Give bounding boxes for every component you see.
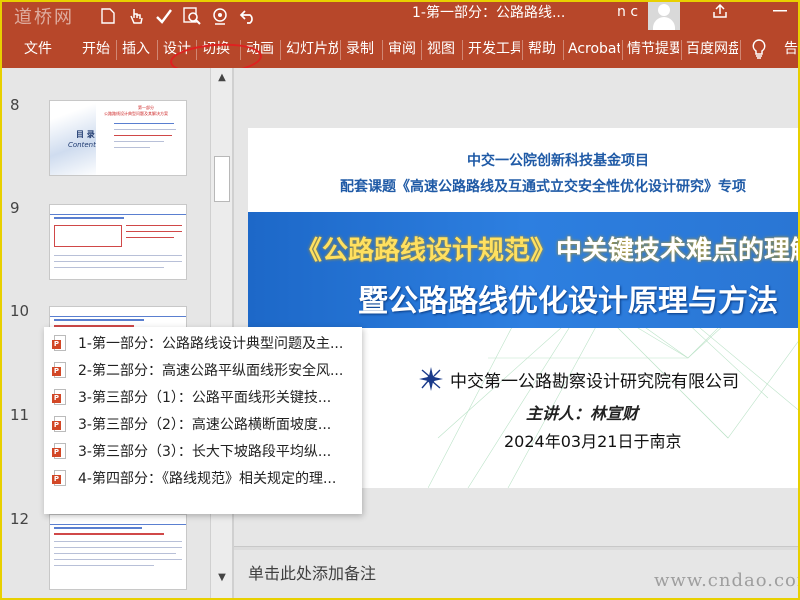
slide-thumbnail-9[interactable] — [49, 204, 187, 280]
tab-slideshow[interactable]: 幻灯片放 — [286, 32, 338, 68]
project-title-line2: 配套课题《高速公路路线及互通式立交安全性优化设计研究》专项 — [340, 179, 746, 195]
powerpoint-file-icon: P — [52, 334, 66, 352]
powerpoint-file-icon: P — [52, 415, 66, 433]
thumbnail-toc-title: 目 录 — [76, 130, 95, 139]
user-avatar[interactable] — [648, 0, 680, 30]
record-icon[interactable] — [208, 4, 232, 28]
presentation-date: 2024年03月21日于南京 — [504, 432, 682, 451]
company-logo-icon — [419, 367, 443, 391]
slide-thumbnail-8[interactable]: 目 录 Content 第一部分 公路路线设计典型问题及其解决方案 — [49, 100, 187, 176]
title-bar: 1-第一部分：公路路线... n c — [0, 0, 800, 32]
organization-name: 中交第一公路勘察设计研究院有限公司 — [450, 371, 739, 392]
slide-number: 12 — [10, 510, 30, 528]
scroll-down-icon[interactable]: ▼ — [214, 570, 230, 586]
user-name[interactable]: n c — [617, 0, 638, 24]
popup-file-item[interactable]: P 3-第三部分（1）：公路平面线形关键技... — [52, 384, 358, 410]
document-title: 1-第一部分：公路路线... — [412, 5, 566, 21]
lightbulb-icon[interactable] — [752, 32, 766, 68]
powerpoint-file-icon: P — [52, 469, 66, 487]
project-title-line1: 中交一公院创新科技基金项目 — [467, 153, 649, 169]
powerpoint-file-icon: P — [52, 442, 66, 460]
notes-placeholder[interactable]: 单击此处添加备注 — [248, 560, 376, 584]
slide-thumbnail-12[interactable] — [49, 514, 187, 590]
spellcheck-icon[interactable] — [152, 4, 176, 28]
tab-insert[interactable]: 插入 — [122, 32, 150, 68]
file-new-icon[interactable] — [96, 4, 120, 28]
title-banner: 《公路路线设计规范》中关键技术难点的理解与 暨公路路线优化设计原理与方法 — [248, 212, 800, 328]
tab-baidu-netdisk[interactable]: 百度网盘 — [686, 32, 738, 68]
tab-view[interactable]: 视图 — [427, 32, 455, 68]
thumbnail-part-heading: 公路路线设计典型问题及其解决方案 — [104, 111, 168, 116]
watermark-bottom-right: www.cndao.com — [654, 570, 800, 591]
tab-record[interactable]: 录制 — [346, 32, 374, 68]
slide-subtitle: 暨公路路线优化设计原理与方法 — [358, 284, 778, 319]
popup-file-item[interactable]: P 1-第一部分：公路路线设计典型问题及主... — [52, 330, 358, 356]
slide-number: 9 — [10, 199, 20, 217]
watermark-top-left: 道桥网 — [14, 7, 74, 28]
find-icon[interactable] — [180, 4, 204, 28]
slide-main-title: 《公路路线设计规范》中关键技术难点的理解与 — [296, 236, 800, 266]
scrollbar-thumb[interactable] — [214, 156, 230, 202]
tab-storyboard[interactable]: 情节提要 — [627, 32, 679, 68]
tab-home[interactable]: 开始 — [82, 32, 110, 68]
share-icon[interactable] — [700, 0, 740, 22]
tab-review[interactable]: 审阅 — [388, 32, 416, 68]
popup-file-item[interactable]: P 2-第二部分：高速公路平纵面线形安全风... — [52, 357, 358, 383]
slide-number: 11 — [10, 406, 30, 424]
tab-developer[interactable]: 开发工具 — [468, 32, 520, 68]
scroll-up-icon[interactable]: ▲ — [214, 70, 230, 86]
speaker-name: 主讲人：林宣财 — [526, 404, 639, 423]
slide-number: 8 — [10, 96, 20, 114]
popup-file-item[interactable]: P 3-第三部分（2）：高速公路横断面坡度... — [52, 411, 358, 437]
tab-acrobat[interactable]: Acrobat — [568, 32, 620, 68]
thumbnail-toc-subtitle: Content — [68, 141, 96, 149]
powerpoint-file-icon: P — [52, 388, 66, 406]
undo-icon[interactable] — [236, 4, 260, 28]
organization-row: 中交第一公路勘察设计研究院有限公司 — [418, 366, 739, 392]
ribbon-tab-bar: 文件 开始 插入 设计 切换 动画 幻灯片放 录制 审阅 视图 开发工具 帮助 … — [0, 32, 800, 68]
tab-help[interactable]: 帮助 — [528, 32, 556, 68]
popup-file-item[interactable]: P 3-第三部分（3）：长大下坡路段平均纵... — [52, 438, 358, 464]
slide-number: 10 — [10, 302, 30, 320]
popup-file-item[interactable]: P 4-第四部分：《路线规范》相关规定的理... — [52, 465, 358, 491]
minimize-icon[interactable] — [760, 0, 800, 22]
tab-tell-me[interactable]: 告 — [784, 32, 798, 68]
tab-file[interactable]: 文件 — [24, 32, 52, 68]
powerpoint-file-icon: P — [52, 361, 66, 379]
recent-files-popup: P 1-第一部分：公路路线设计典型问题及主... P 2-第二部分：高速公路平纵… — [44, 327, 362, 514]
touch-mode-icon[interactable] — [124, 4, 148, 28]
